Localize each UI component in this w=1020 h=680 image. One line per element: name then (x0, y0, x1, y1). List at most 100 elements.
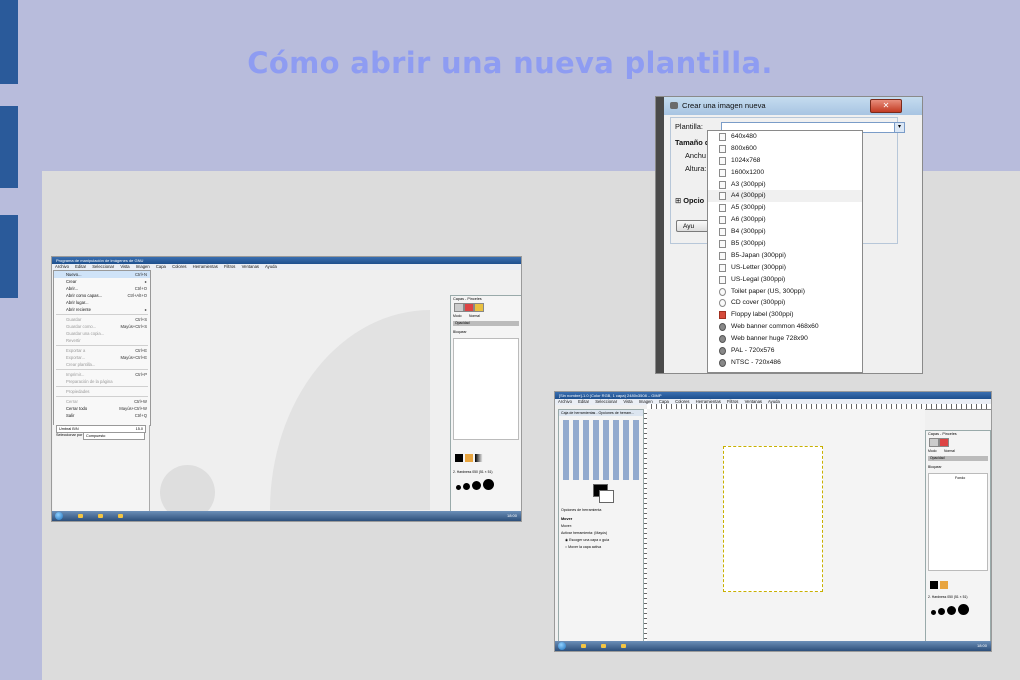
template-option-web-banner-huge[interactable]: Web banner huge 728x90 (708, 333, 862, 345)
menu-seleccionar[interactable]: Seleccionar (92, 264, 114, 269)
layers-opacity-slider[interactable]: Opacidad (928, 456, 988, 461)
menu-herramientas[interactable]: Herramientas (193, 264, 218, 269)
pattern-swatch[interactable] (465, 454, 473, 462)
menu-ayuda[interactable]: Ayuda (265, 264, 277, 269)
layers-mode-value[interactable]: Normal (944, 449, 955, 453)
menu-colores[interactable]: Colores (172, 264, 186, 269)
gradient-swatch[interactable] (475, 454, 483, 462)
brush-grid[interactable] (930, 603, 970, 621)
menu-item-cerrar[interactable]: Cerrar Ctrl+W (54, 398, 150, 405)
menu-item-exportar-a[interactable]: Exportar a Ctrl+E (54, 347, 150, 354)
taskbar-app-icon[interactable] (78, 514, 83, 518)
menu-item-guardar-como[interactable]: Guardar como... Mayús+Ctrl+S (54, 323, 150, 330)
layers-opacity-slider[interactable]: Opacidad (453, 321, 519, 326)
layer-row-fondo[interactable]: Fondo (929, 474, 987, 480)
chevron-down-icon[interactable]: ▾ (894, 123, 904, 132)
template-option-toilet-paper[interactable]: Toilet paper (US, 300ppi) (708, 286, 862, 298)
toolbox-panel: Caja de herramientas - Opciones de herra… (558, 409, 644, 642)
menu-item-propiedades[interactable]: Propiedades (54, 388, 150, 395)
menu-item-crear-plantilla[interactable]: Crear plantilla... (54, 361, 150, 368)
advanced-options-toggle[interactable]: ⊞ Opcio (675, 196, 704, 205)
menu-editar[interactable]: Editar (578, 399, 589, 404)
paths-tab-icon[interactable] (474, 303, 484, 312)
radio-move-active-layer[interactable]: ○ Mover la capa activa (565, 545, 601, 549)
pattern-swatch[interactable] (940, 581, 948, 589)
layers-mode-value[interactable]: Normal (469, 314, 480, 318)
menu-item-crear[interactable]: Crear ▸ (54, 278, 150, 285)
template-option-floppy-label[interactable]: Floppy label (300ppi) (708, 309, 862, 321)
template-option-800x600[interactable]: 800x600 (708, 143, 862, 155)
radio-pick-layer[interactable]: ◉ Escoger una capa o guía (565, 538, 609, 542)
menu-archivo[interactable]: Archivo (55, 264, 69, 269)
menu-item-abrir-capas[interactable]: Abrir como capas... Ctrl+Alt+O (54, 292, 150, 299)
layers-lock-label: Bloquear (453, 330, 467, 334)
layers-list[interactable] (453, 338, 519, 440)
template-option-640x480[interactable]: 640x480 (708, 131, 862, 143)
layers-tab-icon[interactable] (929, 438, 939, 447)
taskbar-app-icon[interactable] (621, 644, 626, 648)
menu-item-exportar[interactable]: Exportar... Mayús+Ctrl+E (54, 354, 150, 361)
menu-item-preparacion-pagina[interactable]: Preparación de la página (54, 378, 150, 385)
menu-item-nuevo[interactable]: Nuevo... Ctrl+N (54, 271, 150, 278)
menu-item-cerrar-todo[interactable]: Cerrar todo Mayús+Ctrl+W (54, 405, 150, 412)
template-option-us-legal[interactable]: US-Legal (300ppi) (708, 274, 862, 286)
taskbar-app-icon[interactable] (601, 644, 606, 648)
document-icon (719, 275, 726, 284)
menu-item-guardar-copia[interactable]: Guardar una copia... (54, 330, 150, 337)
tool-icons-grid[interactable] (563, 420, 639, 480)
menu-ventanas[interactable]: Ventanas (242, 264, 259, 269)
template-option-cd-cover[interactable]: CD cover (300ppi) (708, 297, 862, 309)
template-option-ntsc[interactable]: NTSC - 720x486 (708, 357, 862, 369)
taskbar: 18:00 (52, 511, 521, 521)
canvas-area[interactable] (647, 409, 925, 641)
template-option-b4[interactable]: B4 (300ppi) (708, 226, 862, 238)
template-option-a3[interactable]: A3 (300ppi) (708, 179, 862, 191)
menu-seleccionar[interactable]: Seleccionar (595, 399, 617, 404)
menu-editar[interactable]: Editar (75, 264, 86, 269)
template-option-web-banner-common[interactable]: Web banner common 468x60 (708, 321, 862, 333)
tool-options-tab[interactable]: Opciones de herramienta (561, 508, 601, 512)
channels-tab-icon[interactable] (464, 303, 474, 312)
brush-grid[interactable] (455, 478, 495, 496)
template-option-us-letter[interactable]: US-Letter (300ppi) (708, 262, 862, 274)
menu-item-abrir[interactable]: Abrir... Ctrl+O (54, 285, 150, 292)
layers-panel: Capas - Pinceles Modo Normal Opacidad Bl… (925, 430, 991, 642)
screenshot-file-menu: Programa de manipulación de imágenes de … (52, 257, 521, 521)
template-option-b5-japan[interactable]: B5-Japan (300ppi) (708, 250, 862, 262)
start-button-icon[interactable] (55, 512, 63, 520)
menu-item-imprimir[interactable]: Imprimir... Ctrl+P (54, 371, 150, 378)
menu-archivo[interactable]: Archivo (558, 399, 572, 404)
menu-vista[interactable]: Vista (120, 264, 129, 269)
start-button-icon[interactable] (558, 642, 566, 650)
taskbar-app-icon[interactable] (581, 644, 586, 648)
menu-item-revertir[interactable]: Revertir (54, 337, 150, 344)
template-option-1600x1200[interactable]: 1600x1200 (708, 167, 862, 179)
fg-color-swatch[interactable] (455, 454, 463, 462)
select-by-dropdown[interactable]: Compuesto (83, 432, 145, 440)
template-option-b5[interactable]: B5 (300ppi) (708, 238, 862, 250)
menu-item-abrir-reciente[interactable]: Abrir reciente ▸ (54, 306, 150, 313)
taskbar-app-icon[interactable] (98, 514, 103, 518)
menu-filtros[interactable]: Filtros (224, 264, 235, 269)
menu-capa[interactable]: Capa (156, 264, 166, 269)
channels-tab-icon[interactable] (939, 438, 949, 447)
taskbar-app-icon[interactable] (118, 514, 123, 518)
menu-item-abrir-lugar[interactable]: Abrir lugar... (54, 299, 150, 306)
blank-a4-canvas[interactable] (723, 446, 823, 592)
menu-vista[interactable]: Vista (623, 399, 632, 404)
template-option-a5[interactable]: A5 (300ppi) (708, 202, 862, 214)
bg-color-swatch[interactable] (599, 490, 614, 503)
template-option-a4[interactable]: A4 (300ppi) (708, 190, 862, 203)
layers-list[interactable]: Fondo (928, 473, 988, 571)
close-button[interactable]: ✕ (870, 99, 902, 113)
document-icon (719, 168, 726, 177)
template-option-pal[interactable]: PAL - 720x576 (708, 345, 862, 357)
menu-item-guardar[interactable]: Guardar Ctrl+S (54, 316, 150, 323)
tool-activate-label: Activar herramienta: (Mayús) (561, 531, 608, 535)
template-option-a6[interactable]: A6 (300ppi) (708, 214, 862, 226)
layers-tab-icon[interactable] (454, 303, 464, 312)
menu-imagen[interactable]: Imagen (136, 264, 150, 269)
fg-color-swatch[interactable] (930, 581, 938, 589)
menu-item-salir[interactable]: Salir Ctrl+Q (54, 412, 150, 419)
template-option-1024x768[interactable]: 1024x768 (708, 155, 862, 167)
